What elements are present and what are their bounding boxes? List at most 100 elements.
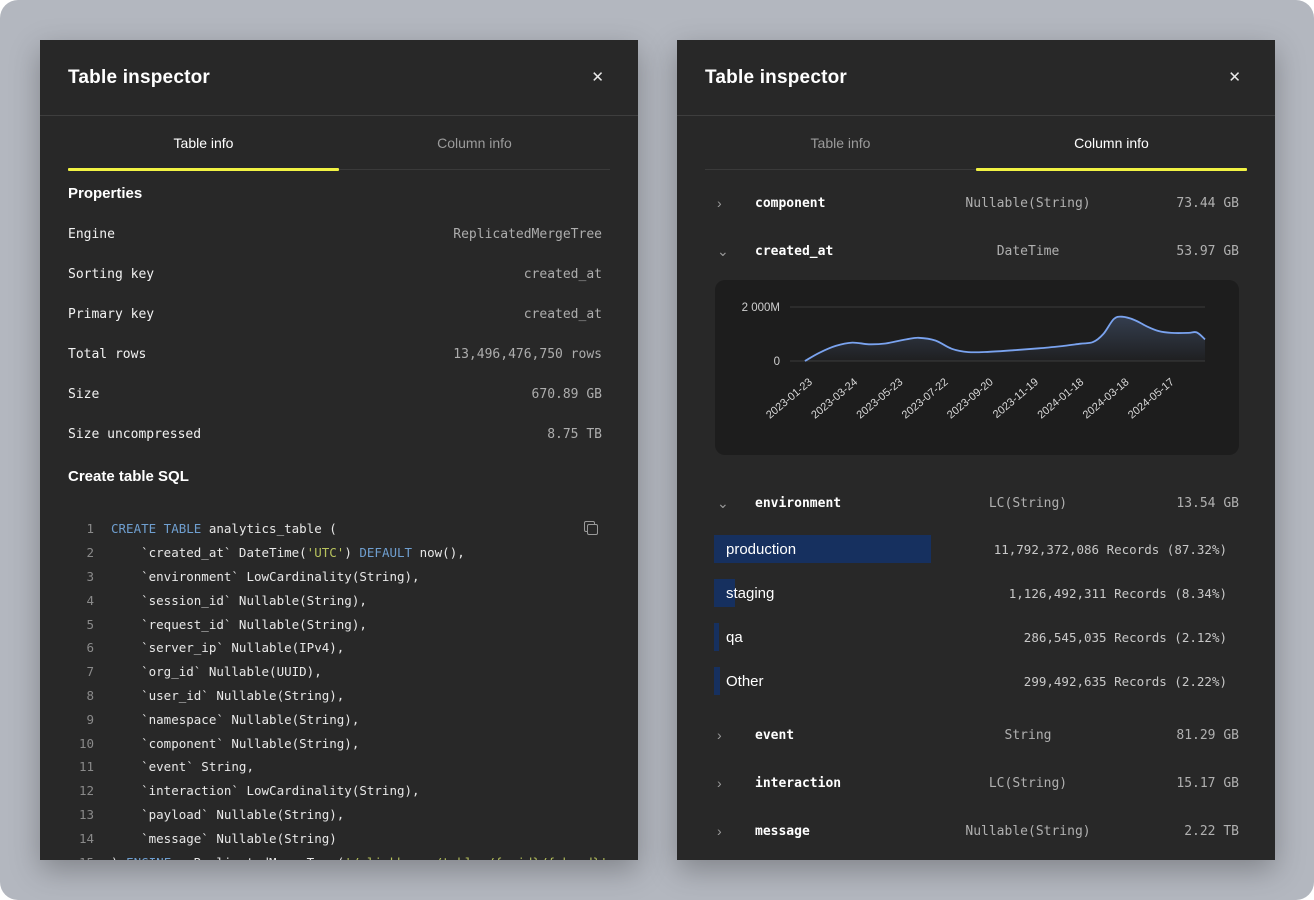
column-row-message[interactable]: › message Nullable(String) 2.22 TB (677, 807, 1275, 855)
column-row-environment[interactable]: ⌄ environment LC(String) 13.54 GB (677, 479, 1275, 527)
column-type: LC(String) (937, 776, 1119, 791)
property-row: Sorting key created_at (40, 254, 638, 294)
line-number: 11 (68, 759, 94, 774)
property-label: Engine (68, 227, 115, 242)
x-tick-label: 2023-07-22 (900, 376, 951, 421)
line-text: `message` Nullable(String) (111, 831, 337, 846)
create-table-sql-heading: Create table SQL (68, 464, 610, 490)
table-inspector-dialog-column-info: Table inspector ✕ Table info Column info… (677, 40, 1275, 860)
property-row: Engine ReplicatedMergeTree (40, 214, 638, 254)
svg-text:0: 0 (774, 356, 780, 368)
x-tick-label: 2024-03-18 (1081, 376, 1132, 421)
column-row-event[interactable]: › event String 81.29 GB (677, 711, 1275, 759)
property-value: created_at (524, 267, 602, 282)
x-tick-label: 2024-01-18 (1035, 376, 1086, 421)
dialog-header: Table inspector ✕ (677, 40, 1275, 116)
line-number: 9 (68, 712, 94, 727)
property-label: Size (68, 387, 99, 402)
line-text: CREATE TABLE analytics_table ( (111, 521, 337, 536)
tab-column-info[interactable]: Column info (339, 116, 610, 169)
column-type: Nullable(String) (937, 824, 1119, 839)
environment-values-list: production 11,792,372,086 Records (87.32… (677, 527, 1275, 703)
column-row-component[interactable]: › component Nullable(String) 73.44 GB (677, 179, 1275, 227)
line-number: 2 (68, 545, 94, 560)
chevron-down-icon[interactable]: ⌄ (717, 244, 755, 258)
column-size: 53.97 GB (1119, 244, 1239, 259)
column-name: environment (755, 496, 937, 511)
tab-column-info[interactable]: Column info (976, 116, 1247, 169)
property-value: 13,496,476,750 rows (453, 347, 602, 362)
property-row: Size 670.89 GB (40, 374, 638, 414)
property-label: Total rows (68, 347, 146, 362)
sql-code-block: 1 CREATE TABLE analytics_table ( 2 `crea… (68, 517, 610, 860)
line-text: `environment` LowCardinality(String), (111, 569, 420, 584)
sql-code-line: 13 `payload` Nullable(String), (68, 803, 610, 827)
area-fill (805, 317, 1205, 361)
copy-icon[interactable] (582, 521, 600, 539)
value-record-count: 11,792,372,086 Records (87.32%) (994, 542, 1227, 557)
environment-value-row: production 11,792,372,086 Records (87.32… (677, 527, 1275, 571)
tab-table-info[interactable]: Table info (705, 116, 976, 169)
column-row-interaction[interactable]: › interaction LC(String) 15.17 GB (677, 759, 1275, 807)
line-text: `component` Nullable(String), (111, 736, 359, 751)
line-text: `interaction` LowCardinality(String), (111, 783, 420, 798)
dialog-title: Table inspector (68, 67, 210, 89)
column-name: component (755, 196, 937, 211)
column-type: LC(String) (937, 496, 1119, 511)
line-text: `created_at` DateTime('UTC') DEFAULT now… (111, 545, 465, 560)
table-inspector-dialog-table-info: Table inspector ✕ Table info Column info… (40, 40, 638, 860)
line-text: `server_ip` Nullable(IPv4), (111, 640, 344, 655)
chevron-right-icon[interactable]: › (717, 824, 755, 838)
sql-code-line: 3 `environment` LowCardinality(String), (68, 565, 610, 589)
sql-code-line: 5 `request_id` Nullable(String), (68, 612, 610, 636)
created-at-distribution-chart: 2 000M02023-01-232023-03-242023-05-23202… (715, 280, 1239, 455)
value-share-bar (714, 667, 720, 695)
line-number: 13 (68, 807, 94, 822)
dialog-title: Table inspector (705, 67, 847, 89)
sql-code-line: 7 `org_id` Nullable(UUID), (68, 660, 610, 684)
chevron-right-icon[interactable]: › (717, 776, 755, 790)
tab-bar: Table info Column info (68, 116, 610, 170)
line-text: `namespace` Nullable(String), (111, 712, 359, 727)
property-row: Total rows 13,496,476,750 rows (40, 334, 638, 374)
value-label: Other (726, 673, 764, 690)
value-record-count: 1,126,492,311 Records (8.34%) (1009, 586, 1227, 601)
column-size: 73.44 GB (1119, 196, 1239, 211)
x-tick-label: 2024-05-17 (1126, 376, 1177, 421)
column-name: interaction (755, 776, 937, 791)
line-text: ) ENGINE = ReplicatedMergeTree('/clickho… (111, 855, 608, 860)
column-name: message (755, 824, 937, 839)
chevron-down-icon[interactable]: ⌄ (717, 496, 755, 510)
environment-value-row: staging 1,126,492,311 Records (8.34%) (677, 571, 1275, 615)
property-label: Sorting key (68, 267, 154, 282)
line-text: `org_id` Nullable(UUID), (111, 664, 322, 679)
line-number: 14 (68, 831, 94, 846)
x-tick-label: 2023-09-20 (945, 376, 996, 421)
property-label: Size uncompressed (68, 427, 201, 442)
column-name: event (755, 728, 937, 743)
line-number: 5 (68, 617, 94, 632)
tab-bar: Table info Column info (705, 116, 1247, 170)
property-row: Primary key created_at (40, 294, 638, 334)
chevron-right-icon[interactable]: › (717, 728, 755, 742)
area-chart-svg: 2 000M02023-01-232023-03-242023-05-23202… (715, 280, 1237, 455)
sql-code-line: 9 `namespace` Nullable(String), (68, 707, 610, 731)
environment-value-row: qa 286,545,035 Records (2.12%) (677, 615, 1275, 659)
dialog-header: Table inspector ✕ (40, 40, 638, 116)
column-size: 81.29 GB (1119, 728, 1239, 743)
properties-heading: Properties (68, 182, 610, 206)
column-type: Nullable(String) (937, 196, 1119, 211)
sql-code-line: 2 `created_at` DateTime('UTC') DEFAULT n… (68, 541, 610, 565)
line-number: 12 (68, 783, 94, 798)
sql-code-line: 8 `user_id` Nullable(String), (68, 684, 610, 708)
chevron-right-icon[interactable]: › (717, 196, 755, 210)
tab-table-info[interactable]: Table info (68, 116, 339, 169)
value-record-count: 286,545,035 Records (2.12%) (1024, 630, 1227, 645)
value-label: staging (726, 585, 774, 602)
close-icon[interactable]: ✕ (591, 70, 604, 85)
column-row-created_at[interactable]: ⌄ created_at DateTime 53.97 GB (677, 227, 1275, 275)
value-share-bar (714, 623, 719, 651)
close-icon[interactable]: ✕ (1228, 70, 1241, 85)
sql-code-line: 4 `session_id` Nullable(String), (68, 588, 610, 612)
property-value: ReplicatedMergeTree (453, 227, 602, 242)
